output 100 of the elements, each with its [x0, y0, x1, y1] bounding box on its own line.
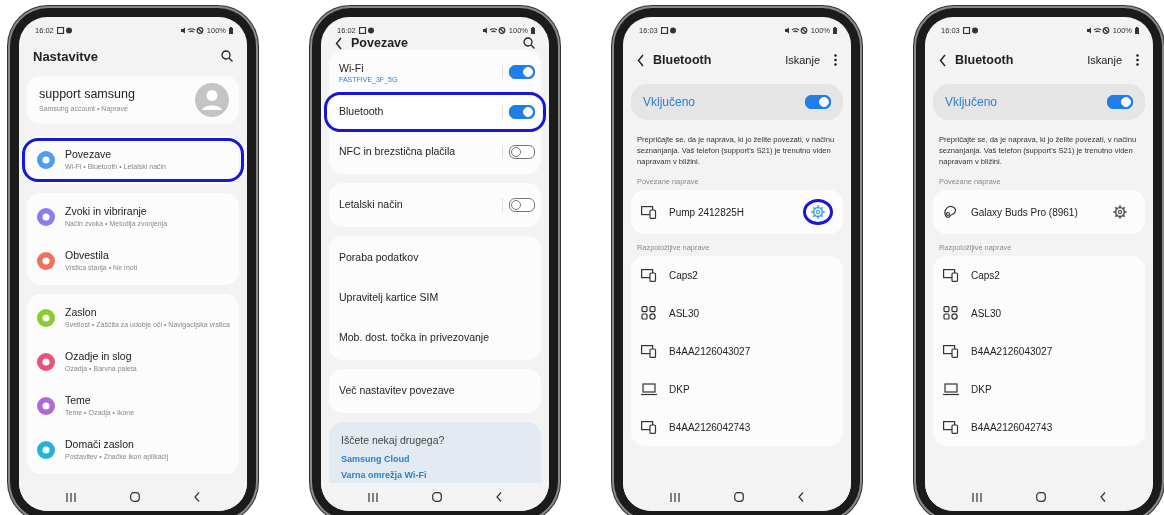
toggle-switch[interactable] [509, 145, 535, 159]
device-row[interactable]: B4AA2126043027 [631, 332, 843, 370]
item-title: Mob. dost. točka in privezovanje [339, 331, 490, 343]
device-name: ASL30 [669, 307, 700, 319]
recent-apps-icon[interactable] [972, 492, 982, 502]
home-icon[interactable] [130, 492, 140, 502]
scan-button[interactable]: Iskanje [785, 54, 820, 66]
device-settings-button[interactable] [803, 199, 833, 225]
grid-icon [943, 306, 959, 320]
device-row[interactable]: ASL30 [933, 294, 1145, 332]
item-title: Obvestila [65, 249, 110, 262]
device-name: B4AA2126042743 [669, 421, 751, 433]
back-icon[interactable] [798, 492, 804, 502]
battery-icon [1135, 26, 1139, 34]
settings-row[interactable]: Mob. dost. točka in privezovanje [324, 318, 546, 358]
devices-icon [943, 344, 959, 358]
more-options-icon[interactable] [834, 54, 837, 66]
device-row[interactable]: B4AA2126042743 [631, 408, 843, 446]
device-row[interactable]: Pump 2412825H [631, 190, 843, 234]
notification-icons-drawing [962, 26, 979, 34]
notification-icons-drawing [358, 26, 375, 34]
item-title: Povezave [65, 148, 113, 161]
battery-icon [531, 26, 535, 34]
more-options-icon[interactable] [1136, 54, 1139, 66]
item-title: Domači zaslon [65, 438, 135, 451]
device-row[interactable]: DKP [631, 370, 843, 408]
battery-icon [833, 26, 837, 34]
search-icon[interactable] [523, 37, 535, 49]
recent-apps-icon[interactable] [368, 492, 378, 502]
account-name: support samsung [39, 86, 136, 101]
settings-row[interactable]: NFC in brezstična plačila [324, 132, 546, 172]
device-row[interactable]: Galaxy Buds Pro (8961) [933, 190, 1145, 234]
status-icons-drawing [783, 26, 808, 34]
back-icon[interactable] [496, 492, 502, 502]
devices-icon [641, 344, 657, 358]
battery-icon [229, 26, 233, 34]
settings-icon [811, 205, 825, 219]
scan-button[interactable]: Iskanje [1087, 54, 1122, 66]
item-title: Ozadje in slog [65, 350, 133, 363]
toggle-switch[interactable] [509, 198, 535, 212]
suggestions-title: Iščete nekaj drugega? [341, 434, 446, 446]
device-row[interactable]: DKP [933, 370, 1145, 408]
back-icon[interactable] [637, 53, 645, 67]
item-title: Letalski način [339, 198, 404, 210]
notification-icons-drawing [56, 26, 73, 34]
avatar-silhouette-icon [195, 83, 229, 117]
status-icons-drawing [179, 26, 204, 34]
back-icon[interactable] [335, 36, 343, 50]
home-icon[interactable] [1036, 492, 1046, 502]
toggle-switch[interactable] [509, 105, 535, 119]
devices-icon [641, 268, 657, 282]
item-title: NFC in brezstična plačila [339, 145, 457, 157]
settings-row[interactable]: Upravitelj kartice SIM [324, 278, 546, 318]
home-icon[interactable] [734, 492, 744, 502]
status-icons-drawing [1085, 26, 1110, 34]
device-name: Caps2 [971, 269, 1000, 281]
settings-row[interactable]: Bluetooth [324, 92, 546, 132]
settings-row[interactable]: Več nastavitev povezave [324, 371, 546, 411]
back-icon[interactable] [194, 492, 200, 502]
grid-icon [641, 306, 657, 320]
device-row[interactable]: Caps2 [631, 256, 843, 294]
laptop-icon [943, 382, 959, 396]
device-row[interactable]: ASL30 [631, 294, 843, 332]
toggle-switch[interactable] [805, 95, 831, 109]
device-name: DKP [971, 383, 992, 395]
search-icon[interactable] [221, 50, 233, 62]
toggle-switch[interactable] [1107, 95, 1133, 109]
settings-row[interactable]: Poraba podatkov [324, 238, 546, 278]
device-row[interactable]: B4AA2126043027 [933, 332, 1145, 370]
device-name: B4AA2126043027 [669, 345, 751, 357]
master-switch-label: Vključeno [643, 95, 696, 109]
master-switch-label: Vključeno [945, 95, 998, 109]
item-title: Wi-Fi [339, 61, 365, 74]
device-row[interactable]: Caps2 [933, 256, 1145, 294]
recent-apps-icon[interactable] [670, 492, 680, 502]
toggle-switch[interactable] [509, 65, 535, 79]
page-title: Nastavitve [33, 48, 99, 64]
item-title: Zaslon [65, 306, 98, 319]
home-icon[interactable] [432, 492, 442, 502]
back-icon[interactable] [1100, 492, 1106, 502]
device-name: Caps2 [669, 269, 698, 281]
status-icons-drawing [481, 26, 506, 34]
device-name: B4AA2126042743 [971, 421, 1053, 433]
devices-icon [943, 268, 959, 282]
suggestion-link[interactable]: Varna omrežja Wi-Fi [341, 470, 529, 480]
suggestion-link[interactable]: Samsung Cloud [341, 454, 529, 464]
item-title: Poraba podatkov [339, 251, 420, 263]
item-title: Zvoki in vibriranje [65, 205, 148, 218]
earbud-icon [943, 205, 959, 219]
devices-icon [943, 420, 959, 434]
item-title: Bluetooth [339, 105, 385, 117]
settings-row[interactable]: Letalski način [324, 185, 546, 225]
back-icon[interactable] [939, 53, 947, 67]
recent-apps-icon[interactable] [66, 492, 76, 502]
page-title: Bluetooth [653, 53, 712, 67]
devices-icon [641, 420, 657, 434]
device-name: ASL30 [971, 307, 1002, 319]
page-title: Bluetooth [955, 53, 1014, 67]
device-row[interactable]: B4AA2126042743 [933, 408, 1145, 446]
device-name: DKP [669, 383, 690, 395]
